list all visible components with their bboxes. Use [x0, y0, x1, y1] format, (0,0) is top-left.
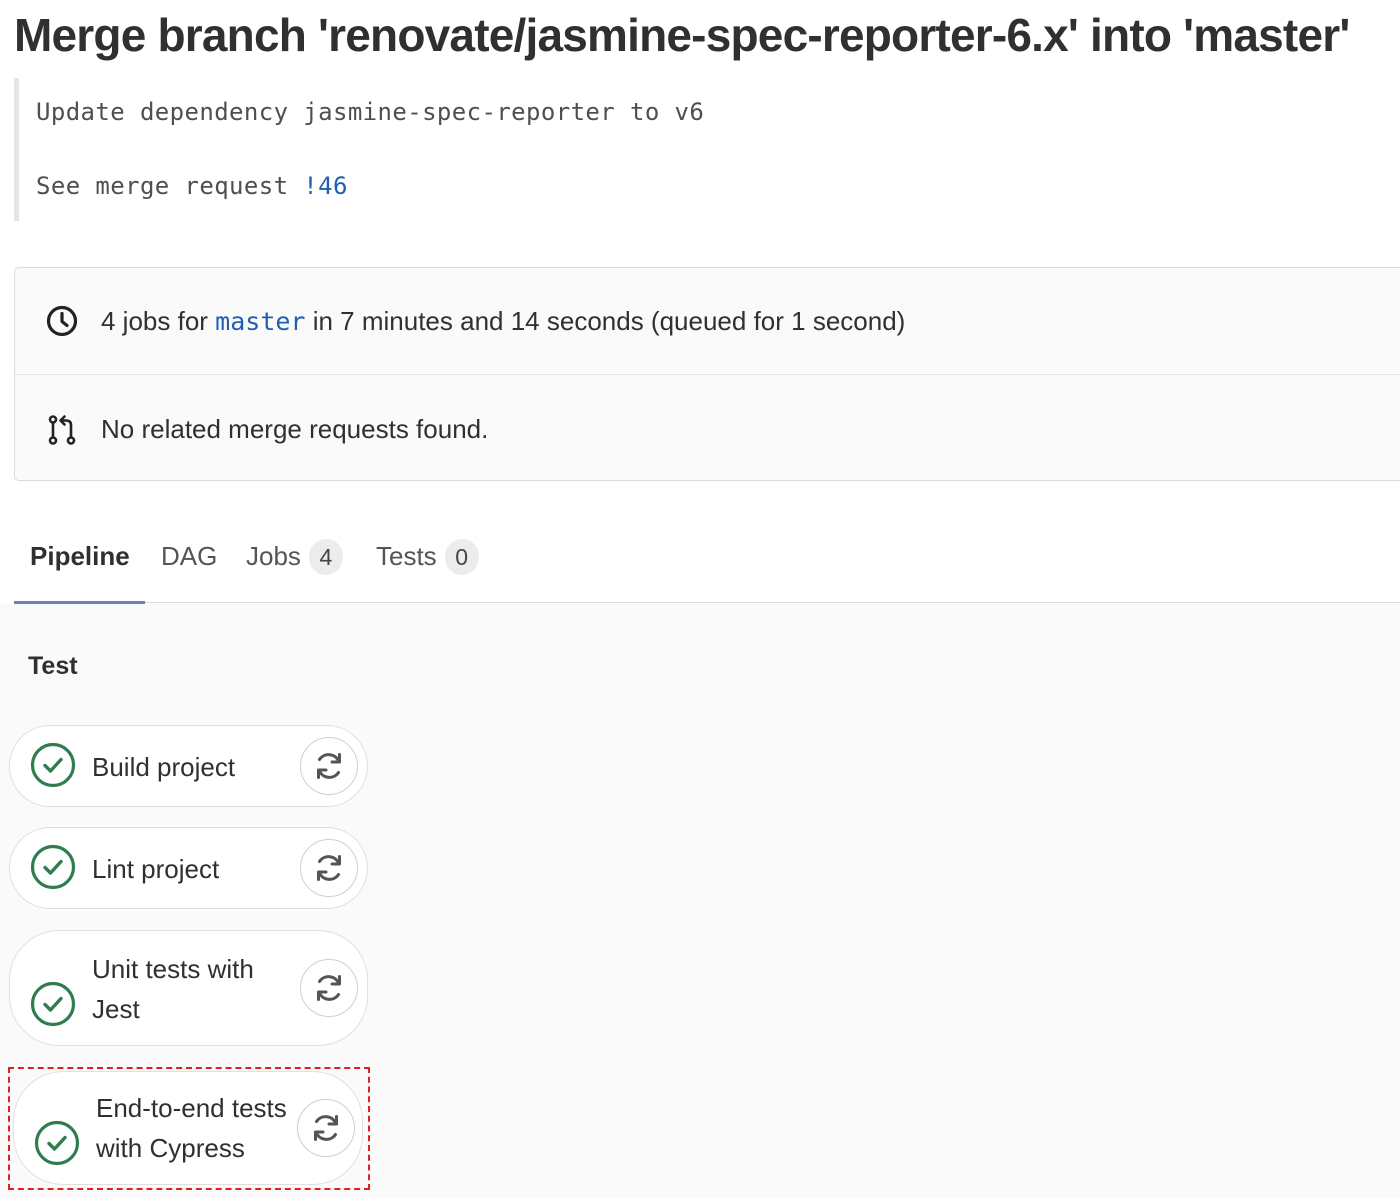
related-mr-text: No related merge requests found. [101, 414, 489, 444]
job-lint-project[interactable]: Lint project [9, 827, 368, 909]
job-build-project[interactable]: Build project [9, 725, 368, 807]
retry-icon [317, 975, 341, 1001]
tab-dag[interactable]: DAG [161, 510, 217, 603]
page-title: Merge branch 'renovate/jasmine-spec-repo… [14, 9, 1350, 61]
job-unit-tests[interactable]: Unit tests with Jest [9, 930, 368, 1046]
pipeline-tabs: Pipeline DAG Jobs 4 Tests 0 [14, 510, 1400, 604]
branch-link[interactable]: master [215, 307, 305, 336]
merge-request-prefix: See merge request [36, 172, 304, 200]
job-name-line: Jest [92, 994, 140, 1024]
tab-pipeline[interactable]: Pipeline [30, 510, 130, 603]
clock-icon [46, 305, 78, 337]
commit-description-line: Update dependency jasmine-spec-reporter … [36, 98, 705, 126]
retry-button[interactable] [300, 959, 358, 1017]
merge-request-link[interactable]: !46 [303, 172, 348, 200]
jobs-count-badge: 4 [308, 538, 343, 575]
highlight-annotation [8, 1067, 370, 1190]
pipeline-info-box: 4 jobs for master in 7 minutes and 14 se… [14, 267, 1400, 481]
related-mr-row: No related merge requests found. [15, 376, 1400, 483]
retry-button[interactable] [300, 839, 358, 897]
tab-label: Tests [376, 541, 437, 571]
tests-count-badge: 0 [444, 538, 479, 575]
success-check-icon [30, 742, 76, 788]
retry-button[interactable] [300, 737, 358, 795]
success-check-icon [30, 844, 76, 890]
tab-label: Jobs [246, 541, 301, 571]
commit-description: Update dependency jasmine-spec-reporter … [14, 78, 1394, 221]
job-name-line: Unit tests with [92, 954, 254, 984]
tab-tests[interactable]: Tests 0 [376, 510, 479, 603]
commit-description-line: See merge request !46 [36, 172, 348, 200]
jobs-count-text: 4 jobs for [101, 305, 216, 336]
retry-icon [317, 753, 341, 779]
pipeline-duration-row: 4 jobs for master in 7 minutes and 14 se… [15, 268, 1400, 375]
job-name: Unit tests with Jest [92, 949, 254, 1029]
duration-text: in 7 minutes and 14 seconds (queued for … [305, 305, 906, 336]
job-name: Lint project [92, 854, 220, 884]
merge-request-icon [48, 414, 76, 445]
pipeline-duration-text: 4 jobs for master in 7 minutes and 14 se… [101, 306, 905, 337]
stage-title: Test [28, 652, 78, 680]
retry-icon [317, 855, 341, 881]
job-name: Build project [92, 752, 236, 782]
tab-label: DAG [161, 541, 218, 571]
tab-jobs[interactable]: Jobs 4 [246, 510, 343, 603]
tab-label: Pipeline [30, 541, 130, 571]
success-check-icon [30, 981, 76, 1027]
